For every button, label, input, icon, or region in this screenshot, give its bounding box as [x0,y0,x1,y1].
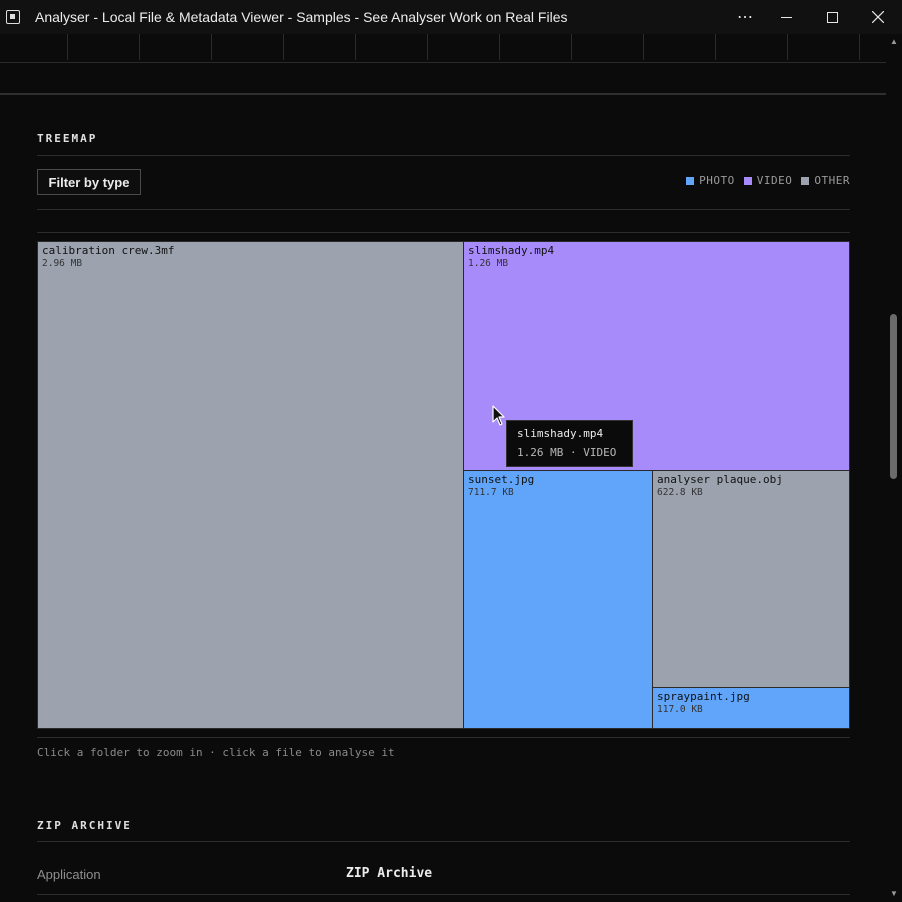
tile-name: calibration crew.3mf [42,244,175,257]
ruler-tick [211,34,212,60]
ruler-tick [355,34,356,60]
scroll-up-icon[interactable]: ▲ [889,38,899,46]
tile-size: 2.96 MB [42,258,83,269]
maximize-icon [826,11,838,23]
divider [37,737,850,738]
tile-name: spraypaint.jpg [657,690,750,703]
ruler-tick [571,34,572,60]
tile-name: slimshady.mp4 [468,244,555,257]
more-options-button[interactable]: ⋯ [722,0,768,34]
treemap-tile-sunset[interactable]: sunset.jpg 711.7 KB [463,470,653,729]
tile-size: 1.26 MB [468,258,509,269]
tile-size: 117.0 KB [657,704,703,715]
legend-label: OTHER [814,174,850,187]
scroll-down-icon[interactable]: ▼ [889,890,899,898]
treemap-tile-calibration-crew[interactable]: calibration crew.3mf 2.96 MB [37,241,464,729]
legend-item-photo: PHOTO [686,174,735,187]
title-bar: Analyser - Local File & Metadata Viewer … [0,0,902,34]
treemap-tile-spraypaint[interactable]: spraypaint.jpg 117.0 KB [652,687,850,729]
metadata-value-application: ZIP Archive [346,866,433,881]
treemap-tile-analyser-plaque[interactable]: analyser plaque.obj 622.8 KB [652,470,850,688]
ruler-tick [67,34,68,60]
tile-name: analyser plaque.obj [657,473,783,486]
ruler-tick [427,34,428,60]
app-icon [6,10,20,24]
divider [37,155,850,156]
mouse-cursor-icon [492,405,505,426]
tile-size: 711.7 KB [468,487,514,498]
window-title: Analyser - Local File & Metadata Viewer … [35,9,568,25]
vertical-scrollbar[interactable]: ▲ ▼ [886,34,902,902]
treemap: calibration crew.3mf 2.96 MB slimshady.m… [37,241,850,729]
section-divider [0,93,886,95]
ruler-tick [787,34,788,60]
close-button[interactable] [855,0,901,34]
divider [37,232,850,233]
treemap-heading: TREEMAP [37,132,98,145]
minimize-icon [780,16,792,18]
ruler-tick [283,34,284,60]
scrollbar-thumb[interactable] [890,314,897,479]
legend-label: VIDEO [756,174,793,187]
ruler-tick [859,34,860,60]
tooltip-file-name: slimshady.mp4 [517,427,604,440]
legend-item-other: OTHER [801,174,850,187]
treemap-legend: PHOTO VIDEO OTHER [686,174,850,187]
maximize-button[interactable] [809,0,855,34]
legend-item-video: VIDEO [743,174,793,187]
divider [37,894,850,895]
treemap-tooltip: slimshady.mp4 1.26 MB · VIDEO [506,420,633,467]
filter-by-type-button[interactable]: Filter by type [37,169,141,195]
close-icon [872,11,884,23]
tooltip-file-meta: 1.26 MB · VIDEO [517,446,617,459]
more-icon: ⋯ [737,9,753,26]
ruler-tick [499,34,500,60]
main-content: TREEMAP Filter by type PHOTO VIDEO OTHER… [0,34,886,902]
treemap-hint: Click a folder to zoom in · click a file… [37,746,395,759]
legend-swatch-other [801,176,810,185]
divider [37,841,850,842]
legend-swatch-video [743,176,752,185]
legend-label: PHOTO [699,174,735,187]
ruler-tick [139,34,140,60]
divider [37,209,850,210]
legend-swatch-photo [686,176,695,185]
ruler-tick [715,34,716,60]
tile-name: sunset.jpg [468,473,535,486]
zip-archive-heading: ZIP ARCHIVE [37,819,132,832]
ruler-tick [643,34,644,60]
timeline-ruler [0,34,886,63]
tile-size: 622.8 KB [657,487,703,498]
minimize-button[interactable] [763,0,809,34]
metadata-label-application: Application [37,867,101,882]
